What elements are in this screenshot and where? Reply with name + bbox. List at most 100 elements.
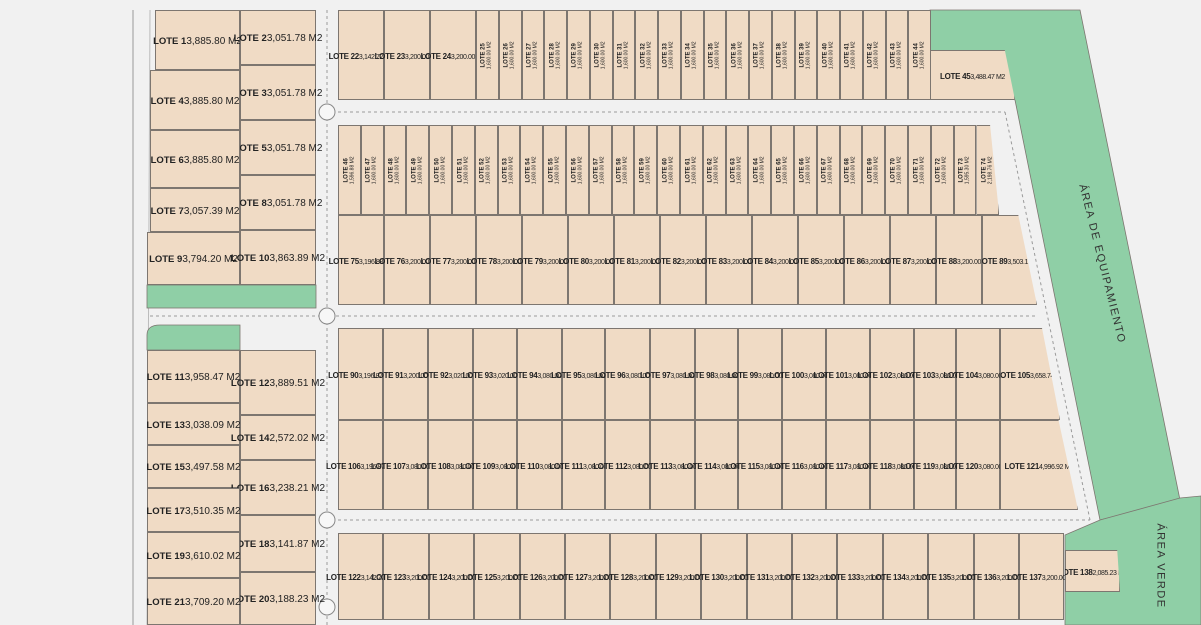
lot-12[interactable]: LOTE 123,889.51 M2 bbox=[240, 350, 316, 415]
lot-34[interactable]: LOTE 341,600.00 M2 bbox=[681, 10, 704, 100]
lot-area: 1,600.00 M2 bbox=[943, 156, 949, 184]
lot-17[interactable]: LOTE 173,510.35 M2 bbox=[147, 488, 240, 532]
lot-area: 1,600.00 M2 bbox=[692, 156, 698, 184]
lot-61[interactable]: LOTE 611,600.00 M2 bbox=[680, 125, 703, 215]
lot-48[interactable]: LOTE 481,600.00 M2 bbox=[384, 125, 407, 215]
lot-70[interactable]: LOTE 701,600.00 M2 bbox=[885, 125, 908, 215]
lot-area: 1,600.00 M2 bbox=[441, 156, 447, 184]
lot-38[interactable]: LOTE 381,600.00 M2 bbox=[772, 10, 795, 100]
lot-3[interactable]: LOTE 33,051.78 M2 bbox=[240, 65, 316, 120]
lot-area: 1,600.00 M2 bbox=[874, 156, 880, 184]
lot-72[interactable]: LOTE 721,600.00 M2 bbox=[931, 125, 954, 215]
lot-55[interactable]: LOTE 551,600.00 M2 bbox=[543, 125, 566, 215]
lot-label: LOTE 401,600.00 M2 bbox=[822, 41, 835, 69]
lot-33[interactable]: LOTE 331,600.00 M2 bbox=[658, 10, 681, 100]
lot-label: LOTE 541,600.00 M2 bbox=[525, 156, 538, 184]
lot-73[interactable]: LOTE 731,595.30 M2 bbox=[954, 125, 977, 215]
lot-18[interactable]: LOTE 183,141.87 M2 bbox=[240, 515, 316, 572]
lot-47[interactable]: LOTE 471,600.00 M2 bbox=[361, 125, 384, 215]
lot-name: LOTE 90 bbox=[328, 371, 358, 380]
lot-57[interactable]: LOTE 571,600.00 M2 bbox=[589, 125, 612, 215]
lot-label: LOTE 441,600.00 M2 bbox=[913, 41, 926, 69]
lot-138[interactable]: LOTE 1382,085.23 M2 bbox=[1065, 550, 1120, 592]
lot-46[interactable]: LOTE 461,596.88 M2 bbox=[338, 125, 361, 215]
lot-45[interactable]: LOTE 453,488.47 M2 bbox=[930, 50, 1015, 100]
lot-4[interactable]: LOTE 43,885.80 M2 bbox=[150, 70, 240, 130]
lot-104[interactable]: LOTE 1043,080.00 M2 bbox=[956, 328, 1000, 420]
lot-19[interactable]: LOTE 193,610.02 M2 bbox=[147, 532, 240, 578]
lot-39[interactable]: LOTE 391,600.00 M2 bbox=[795, 10, 818, 100]
lot-16[interactable]: LOTE 163,238.21 M2 bbox=[240, 460, 316, 515]
lot-13[interactable]: LOTE 133,038.09 M2 bbox=[147, 403, 240, 445]
lot-36[interactable]: LOTE 361,600.00 M2 bbox=[726, 10, 749, 100]
lot-9[interactable]: LOTE 93,794.20 M2 bbox=[147, 232, 240, 285]
lot-31[interactable]: LOTE 311,600.00 M2 bbox=[613, 10, 636, 100]
lot-label: LOTE 291,600.00 M2 bbox=[572, 41, 585, 69]
lot-51[interactable]: LOTE 511,600.00 M2 bbox=[452, 125, 475, 215]
lot-137[interactable]: LOTE 1373,200.00 M2 bbox=[1019, 533, 1064, 620]
lot-63[interactable]: LOTE 631,600.00 M2 bbox=[726, 125, 749, 215]
lot-6[interactable]: LOTE 63,885.80 M2 bbox=[150, 130, 240, 188]
lot-42[interactable]: LOTE 421,600.00 M2 bbox=[863, 10, 886, 100]
lot-43[interactable]: LOTE 431,600.00 M2 bbox=[886, 10, 909, 100]
lot-5[interactable]: LOTE 53,051.78 M2 bbox=[240, 120, 316, 175]
lot-67[interactable]: LOTE 671,600.00 M2 bbox=[817, 125, 840, 215]
lot-37[interactable]: LOTE 371,600.00 M2 bbox=[749, 10, 772, 100]
lot-56[interactable]: LOTE 561,600.00 M2 bbox=[566, 125, 589, 215]
lot-88[interactable]: LOTE 883,200.00 M2 bbox=[936, 215, 982, 305]
lot-name: LOTE 95 bbox=[551, 371, 581, 380]
lot-32[interactable]: LOTE 321,600.00 M2 bbox=[635, 10, 658, 100]
lot-21[interactable]: LOTE 213,709.20 M2 bbox=[147, 578, 240, 625]
lot-area: 1,600.00 M2 bbox=[670, 41, 676, 69]
lot-11[interactable]: LOTE 113,958.47 M2 bbox=[147, 350, 240, 403]
lot-59[interactable]: LOTE 591,600.00 M2 bbox=[634, 125, 657, 215]
lot-49[interactable]: LOTE 491,600.00 M2 bbox=[406, 125, 429, 215]
lot-35[interactable]: LOTE 351,600.00 M2 bbox=[704, 10, 727, 100]
lot-name: LOTE 45 bbox=[940, 72, 970, 81]
lot-name: LOTE 83 bbox=[697, 257, 727, 266]
lot-area: 3,610.02 M2 bbox=[185, 551, 241, 562]
lot-58[interactable]: LOTE 581,600.00 M2 bbox=[612, 125, 635, 215]
lot-24[interactable]: LOTE 243,200.00 M2 bbox=[430, 10, 476, 100]
lot-69[interactable]: LOTE 691,600.00 M2 bbox=[862, 125, 885, 215]
lot-area: 3,794.20 M2 bbox=[182, 254, 238, 265]
lot-10[interactable]: LOTE 103,863.89 M2 bbox=[240, 230, 316, 285]
lot-54[interactable]: LOTE 541,600.00 M2 bbox=[520, 125, 543, 215]
lot-1[interactable]: LOTE 13,885.80 M2 bbox=[155, 10, 240, 70]
lot-40[interactable]: LOTE 401,600.00 M2 bbox=[817, 10, 840, 100]
lot-26[interactable]: LOTE 261,600.00 M2 bbox=[499, 10, 522, 100]
lot-25[interactable]: LOTE 251,600.00 M2 bbox=[476, 10, 499, 100]
lot-20[interactable]: LOTE 203,188.23 M2 bbox=[240, 572, 316, 625]
lot-120[interactable]: LOTE 1203,080.00 M2 bbox=[956, 420, 1000, 510]
lot-area: 1,600.00 M2 bbox=[488, 41, 494, 69]
lot-53[interactable]: LOTE 531,600.00 M2 bbox=[498, 125, 521, 215]
lot-71[interactable]: LOTE 711,600.00 M2 bbox=[908, 125, 931, 215]
lot-name: LOTE 117 bbox=[814, 462, 848, 471]
lot-29[interactable]: LOTE 291,600.00 M2 bbox=[567, 10, 590, 100]
lot-2[interactable]: LOTE 23,051.78 M2 bbox=[240, 10, 316, 65]
lot-name: LOTE 109 bbox=[460, 462, 495, 471]
lot-15[interactable]: LOTE 153,497.58 M2 bbox=[147, 445, 240, 488]
lot-66[interactable]: LOTE 661,600.00 M2 bbox=[794, 125, 817, 215]
lot-label: LOTE 1382,085.23 M2 bbox=[1058, 562, 1127, 580]
lot-64[interactable]: LOTE 641,600.00 M2 bbox=[748, 125, 771, 215]
lot-area: 1,600.00 M2 bbox=[920, 156, 926, 184]
lot-52[interactable]: LOTE 521,600.00 M2 bbox=[475, 125, 498, 215]
lot-30[interactable]: LOTE 301,600.00 M2 bbox=[590, 10, 613, 100]
lot-name: LOTE 88 bbox=[927, 257, 957, 266]
lot-27[interactable]: LOTE 271,600.00 M2 bbox=[522, 10, 545, 100]
lot-60[interactable]: LOTE 601,600.00 M2 bbox=[657, 125, 680, 215]
lot-7[interactable]: LOTE 73,057.39 M2 bbox=[150, 188, 240, 232]
lot-62[interactable]: LOTE 621,600.00 M2 bbox=[703, 125, 726, 215]
lot-41[interactable]: LOTE 411,600.00 M2 bbox=[840, 10, 863, 100]
lot-65[interactable]: LOTE 651,600.00 M2 bbox=[771, 125, 794, 215]
lot-8[interactable]: LOTE 83,051.78 M2 bbox=[240, 175, 316, 230]
lot-14[interactable]: LOTE 142,572.02 M2 bbox=[240, 415, 316, 460]
lot-44[interactable]: LOTE 441,600.00 M2 bbox=[908, 10, 931, 100]
lot-name: LOTE 85 bbox=[789, 257, 819, 266]
lot-name: LOTE 4 bbox=[151, 96, 184, 107]
lot-68[interactable]: LOTE 681,600.00 M2 bbox=[840, 125, 863, 215]
lot-label: LOTE 23,051.78 M2 bbox=[234, 28, 323, 46]
lot-50[interactable]: LOTE 501,600.00 M2 bbox=[429, 125, 452, 215]
lot-28[interactable]: LOTE 281,600.00 M2 bbox=[544, 10, 567, 100]
